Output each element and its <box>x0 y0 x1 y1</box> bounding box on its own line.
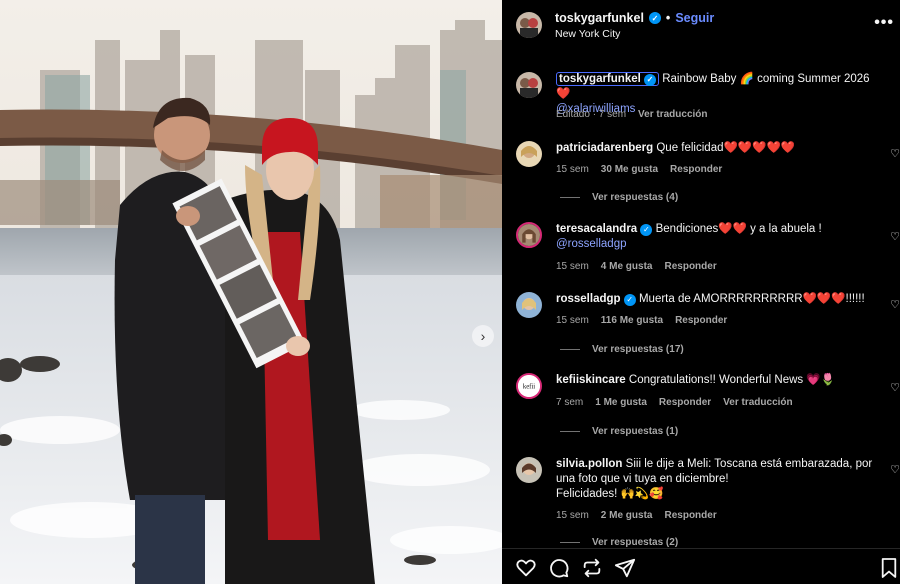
author-username[interactable]: toskygarfunkel <box>555 11 644 25</box>
divider <box>560 431 580 432</box>
comment-text: Congratulations!! Wonderful News 💗🌷 <box>628 374 836 386</box>
avatar[interactable] <box>516 222 542 248</box>
comment-meta: 15 sem 30 Me gusta Responder <box>556 164 722 175</box>
avatar[interactable] <box>516 141 542 167</box>
translate-link[interactable]: Ver traducción <box>638 109 707 120</box>
comment-text: Que felicidad❤️❤️❤️❤️❤️ <box>656 142 796 154</box>
next-photo-button[interactable]: › <box>472 325 494 347</box>
comment-mention[interactable]: @rosselladgp <box>556 237 886 252</box>
comment-username[interactable]: patriciadarenberg <box>556 142 653 154</box>
comment-username[interactable]: silvia.pollon <box>556 458 622 470</box>
verified-badge-icon: ✓ <box>644 73 657 86</box>
heart-icon[interactable] <box>515 557 537 579</box>
post-header: toskygarfunkel ✓ • Seguir New York City … <box>502 0 900 52</box>
avatar[interactable] <box>516 292 542 318</box>
comment-body: teresacalandra ✓ Bendiciones❤️❤️ y a la … <box>556 222 886 252</box>
comment-time: 15 sem <box>556 261 589 272</box>
comment-text-line2: Felicidades! 🙌💫🥰 <box>556 488 664 500</box>
avatar[interactable] <box>516 457 542 483</box>
reply-button[interactable]: Responder <box>675 315 727 326</box>
reply-button[interactable]: Responder <box>664 510 716 521</box>
action-bar <box>502 548 900 584</box>
divider <box>560 197 580 198</box>
svg-text:kefii: kefii <box>523 384 535 391</box>
bookmark-icon[interactable] <box>880 557 898 579</box>
separator: • <box>665 11 671 25</box>
repost-icon[interactable] <box>581 557 603 579</box>
more-horizontal-icon[interactable]: ••• <box>874 14 894 32</box>
view-replies-button[interactable]: Ver respuestas (2) <box>560 537 678 548</box>
view-replies-label: Ver respuestas (2) <box>592 537 679 548</box>
comment-body: silvia.pollon Siii le dije a Meli: Tosca… <box>556 457 886 502</box>
avatar[interactable]: kefii <box>516 373 542 399</box>
comment-like-heart-icon[interactable]: ♡ <box>890 230 900 243</box>
post-image <box>0 0 502 584</box>
reply-button[interactable]: Responder <box>670 164 722 175</box>
like-count[interactable]: 116 Me gusta <box>601 315 663 326</box>
comment-username[interactable]: rosselladgp <box>556 293 621 305</box>
send-icon[interactable] <box>614 557 636 579</box>
follow-button[interactable]: Seguir <box>675 11 714 25</box>
post-sidebar: toskygarfunkel ✓ • Seguir New York City … <box>502 0 900 584</box>
comment-meta: 15 sem 4 Me gusta Responder <box>556 261 717 272</box>
comment-text: Muerta de AMORRRRRRRRRR❤️❤️❤️!!!!!! <box>638 293 865 305</box>
verified-badge-icon: ✓ <box>640 223 653 236</box>
caption-time: Editado · 7 sem <box>556 109 627 120</box>
view-replies-button[interactable]: Ver respuestas (4) <box>560 192 678 203</box>
verified-badge-icon: ✓ <box>623 293 636 306</box>
comment-like-heart-icon[interactable]: ♡ <box>890 463 900 476</box>
like-count[interactable]: 1 Me gusta <box>595 397 647 408</box>
avatar[interactable] <box>516 72 542 98</box>
comment-like-heart-icon[interactable]: ♡ <box>890 381 900 394</box>
caption-meta: Editado · 7 sem Ver traducción <box>556 109 708 120</box>
view-replies-label: Ver respuestas (17) <box>592 344 684 355</box>
comment-time: 15 sem <box>556 510 589 521</box>
comment-username[interactable]: teresacalandra <box>556 223 637 235</box>
comment-like-heart-icon[interactable]: ♡ <box>890 298 900 311</box>
comment-body: kefiiskincare Congratulations!! Wonderfu… <box>556 373 886 388</box>
like-count[interactable]: 30 Me gusta <box>601 164 658 175</box>
reply-button[interactable]: Responder <box>659 397 711 408</box>
comment-body: patriciadarenberg Que felicidad❤️❤️❤️❤️❤… <box>556 141 886 156</box>
verified-badge-icon: ✓ <box>648 12 661 24</box>
header-user-row: toskygarfunkel ✓ • Seguir <box>555 11 714 25</box>
divider <box>560 542 580 543</box>
view-replies-button[interactable]: Ver respuestas (1) <box>560 426 678 437</box>
comment-text: Bendiciones❤️❤️ y a la abuela ! <box>655 223 822 235</box>
avatar[interactable] <box>516 12 542 38</box>
post-location[interactable]: New York City <box>555 28 620 40</box>
translate-link[interactable]: Ver traducción <box>723 397 792 408</box>
comment-like-heart-icon[interactable]: ♡ <box>890 147 900 160</box>
comment-meta: 15 sem 116 Me gusta Responder <box>556 315 727 326</box>
like-count[interactable]: 2 Me gusta <box>601 510 653 521</box>
comment-username[interactable]: kefiiskincare <box>556 374 626 386</box>
caption-username[interactable]: toskygarfunkel ✓ <box>556 72 660 86</box>
view-replies-label: Ver respuestas (4) <box>592 192 679 203</box>
comment-time: 15 sem <box>556 315 589 326</box>
view-replies-button[interactable]: Ver respuestas (17) <box>560 344 684 355</box>
divider <box>560 349 580 350</box>
comment-body: rosselladgp ✓ Muerta de AMORRRRRRRRRR❤️❤… <box>556 292 886 307</box>
like-count[interactable]: 4 Me gusta <box>601 261 653 272</box>
chevron-right-icon: › <box>480 328 486 344</box>
post-photo: › <box>0 0 502 584</box>
comment-icon[interactable] <box>548 557 570 579</box>
reply-button[interactable]: Responder <box>664 261 716 272</box>
comment-time: 7 sem <box>556 397 584 408</box>
comment-meta: 15 sem 2 Me gusta Responder <box>556 510 717 521</box>
comment-meta: 7 sem 1 Me gusta Responder Ver traducció… <box>556 397 793 408</box>
view-replies-label: Ver respuestas (1) <box>592 426 679 437</box>
comment-time: 15 sem <box>556 164 589 175</box>
